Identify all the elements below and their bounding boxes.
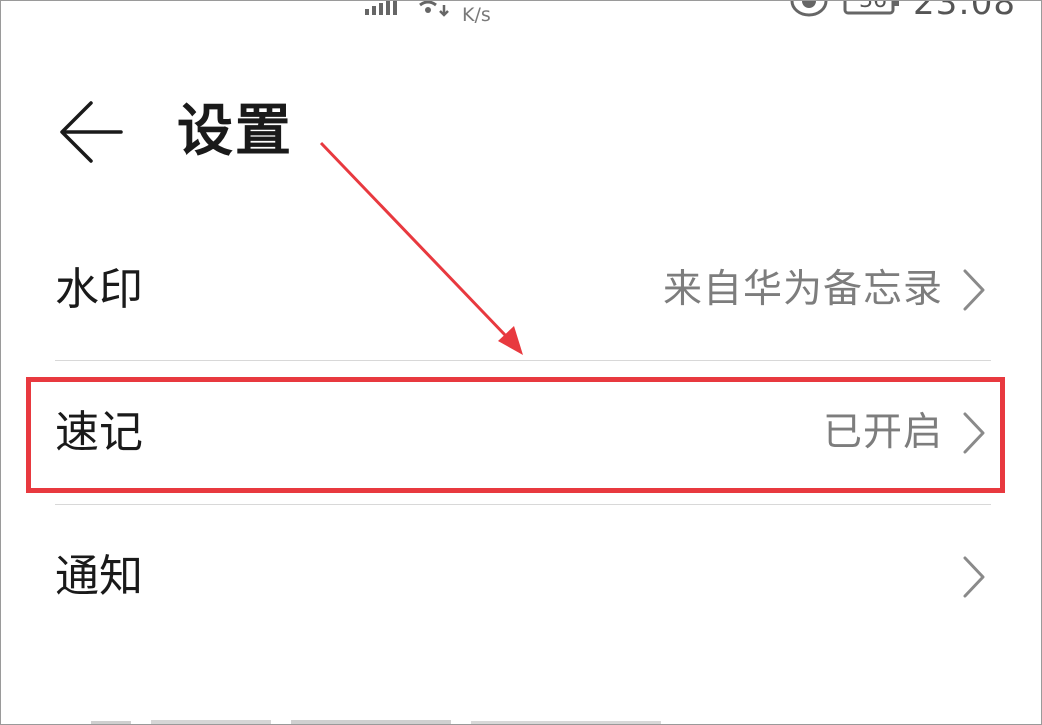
settings-item-value: 来自华为备忘录 [662, 267, 943, 312]
cropped-content-fragment [91, 720, 661, 724]
settings-item-label: 速记 [55, 407, 143, 458]
settings-item-value: 已开启 [822, 410, 943, 455]
chevron-right-icon [963, 412, 985, 454]
status-bar: K/s 36 23:08 [1, 1, 1041, 29]
screenshot-frame: K/s 36 23:08 设置 水印 来自华为备忘录 速记 已开启 通知 [0, 0, 1042, 725]
back-button[interactable] [57, 99, 127, 165]
divider [55, 360, 991, 361]
settings-item-label: 通知 [55, 551, 143, 602]
chevron-right-icon [963, 556, 985, 598]
battery-level: 36 [859, 0, 887, 13]
arrow-left-icon [60, 101, 123, 163]
status-clock: 23:08 [913, 0, 1016, 23]
settings-item-label: 水印 [55, 264, 143, 315]
chevron-right-icon [963, 269, 985, 311]
net-speed-unit: K/s [462, 4, 491, 26]
signal-strength-icon [365, 1, 397, 15]
settings-item-quick-note[interactable]: 速记 已开启 [55, 363, 991, 503]
divider [55, 504, 991, 505]
page-title: 设置 [177, 99, 293, 164]
settings-item-watermark[interactable]: 水印 来自华为备忘录 [55, 220, 991, 360]
eye-comfort-icon [790, 1, 828, 17]
settings-item-notification[interactable]: 通知 [55, 507, 991, 647]
wifi-icon [419, 1, 449, 17]
